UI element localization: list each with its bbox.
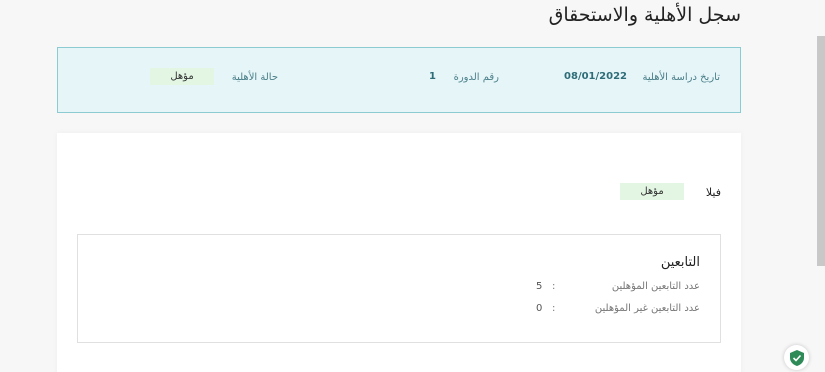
- status-badge: مؤهل: [150, 68, 214, 85]
- cycle-label: رقم الدورة: [453, 72, 499, 83]
- page-title: سجل الأهلية والاستحقاق: [548, 4, 741, 26]
- ineligible-dependents-label: عدد التابعين غير المؤهلين: [594, 303, 700, 314]
- eligible-dependents-value: 5: [536, 281, 543, 292]
- property-type: فيلا: [705, 186, 721, 199]
- cycle-value: 1: [429, 71, 436, 82]
- eligibility-date-label: تاريخ دراسة الأهلية: [642, 72, 721, 83]
- eligible-dependents-colon: :: [552, 281, 556, 292]
- ineligible-dependents-colon: :: [552, 303, 556, 314]
- ineligible-dependents-value: 0: [536, 303, 543, 314]
- eligibility-date-value: 08/01/2022: [564, 71, 627, 82]
- status-label: حالة الأهلية: [231, 72, 278, 83]
- eligible-dependents-label: عدد التابعين المؤهلين: [611, 281, 700, 292]
- property-card: فيلا مؤهل التابعين عدد التابعين المؤهلين…: [57, 133, 741, 372]
- dependents-panel: التابعين عدد التابعين المؤهلين : 5 عدد ا…: [77, 234, 721, 343]
- property-status-badge: مؤهل: [620, 183, 684, 200]
- shield-check-icon: [789, 349, 804, 366]
- shield-check-button[interactable]: [784, 345, 809, 370]
- dependents-title: التابعين: [660, 255, 700, 270]
- scrollbar[interactable]: [817, 36, 825, 266]
- eligibility-summary: تاريخ دراسة الأهلية 08/01/2022 رقم الدور…: [57, 47, 741, 113]
